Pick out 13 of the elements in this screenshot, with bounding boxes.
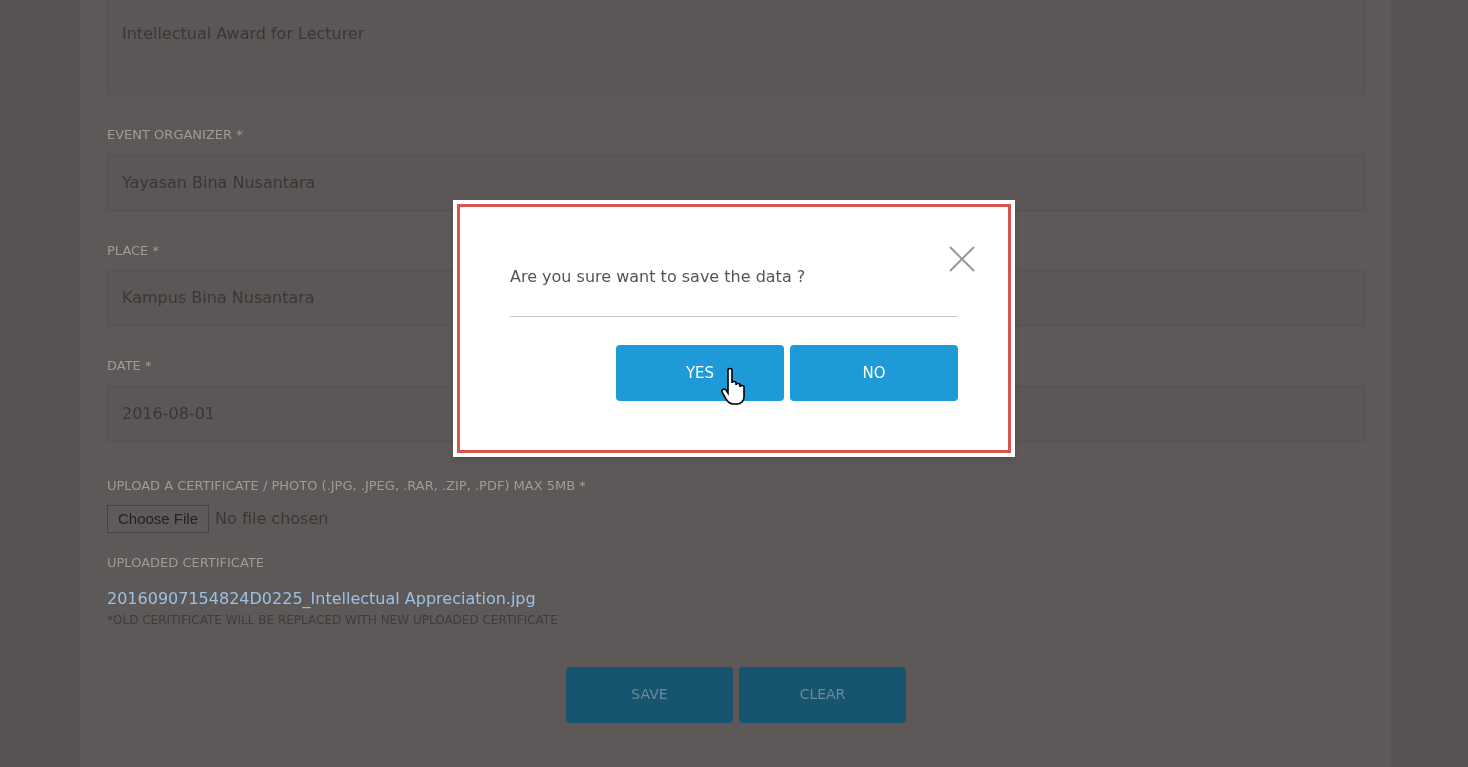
close-icon[interactable] bbox=[948, 245, 976, 273]
dialog-button[interactable]: YES bbox=[616, 345, 784, 401]
choose-file-button[interactable]: Choose File bbox=[107, 505, 210, 533]
dialog-message: Are you sure want to save the data ? bbox=[510, 266, 806, 288]
form-button[interactable]: CLEAR bbox=[739, 666, 906, 723]
form-button[interactable]: SAVE bbox=[566, 666, 733, 723]
field-label: PLACE * bbox=[107, 241, 159, 260]
file-link[interactable]: 20160907154824D0225_Intellectual Appreciation.jpg bbox=[107, 586, 536, 611]
field-label: UPLOAD A CERTIFICATE / PHOTO (.JPG, .JPEG, .RAR, .ZIP, .PDF) MAX 5MB * bbox=[107, 476, 586, 495]
dialog-button[interactable]: NO bbox=[790, 345, 958, 401]
field-label: DATE * bbox=[107, 357, 152, 375]
field-label: EVENT ORGANIZER * bbox=[107, 126, 243, 144]
field-label: UPLOADED CERTIFICATE bbox=[107, 554, 264, 572]
